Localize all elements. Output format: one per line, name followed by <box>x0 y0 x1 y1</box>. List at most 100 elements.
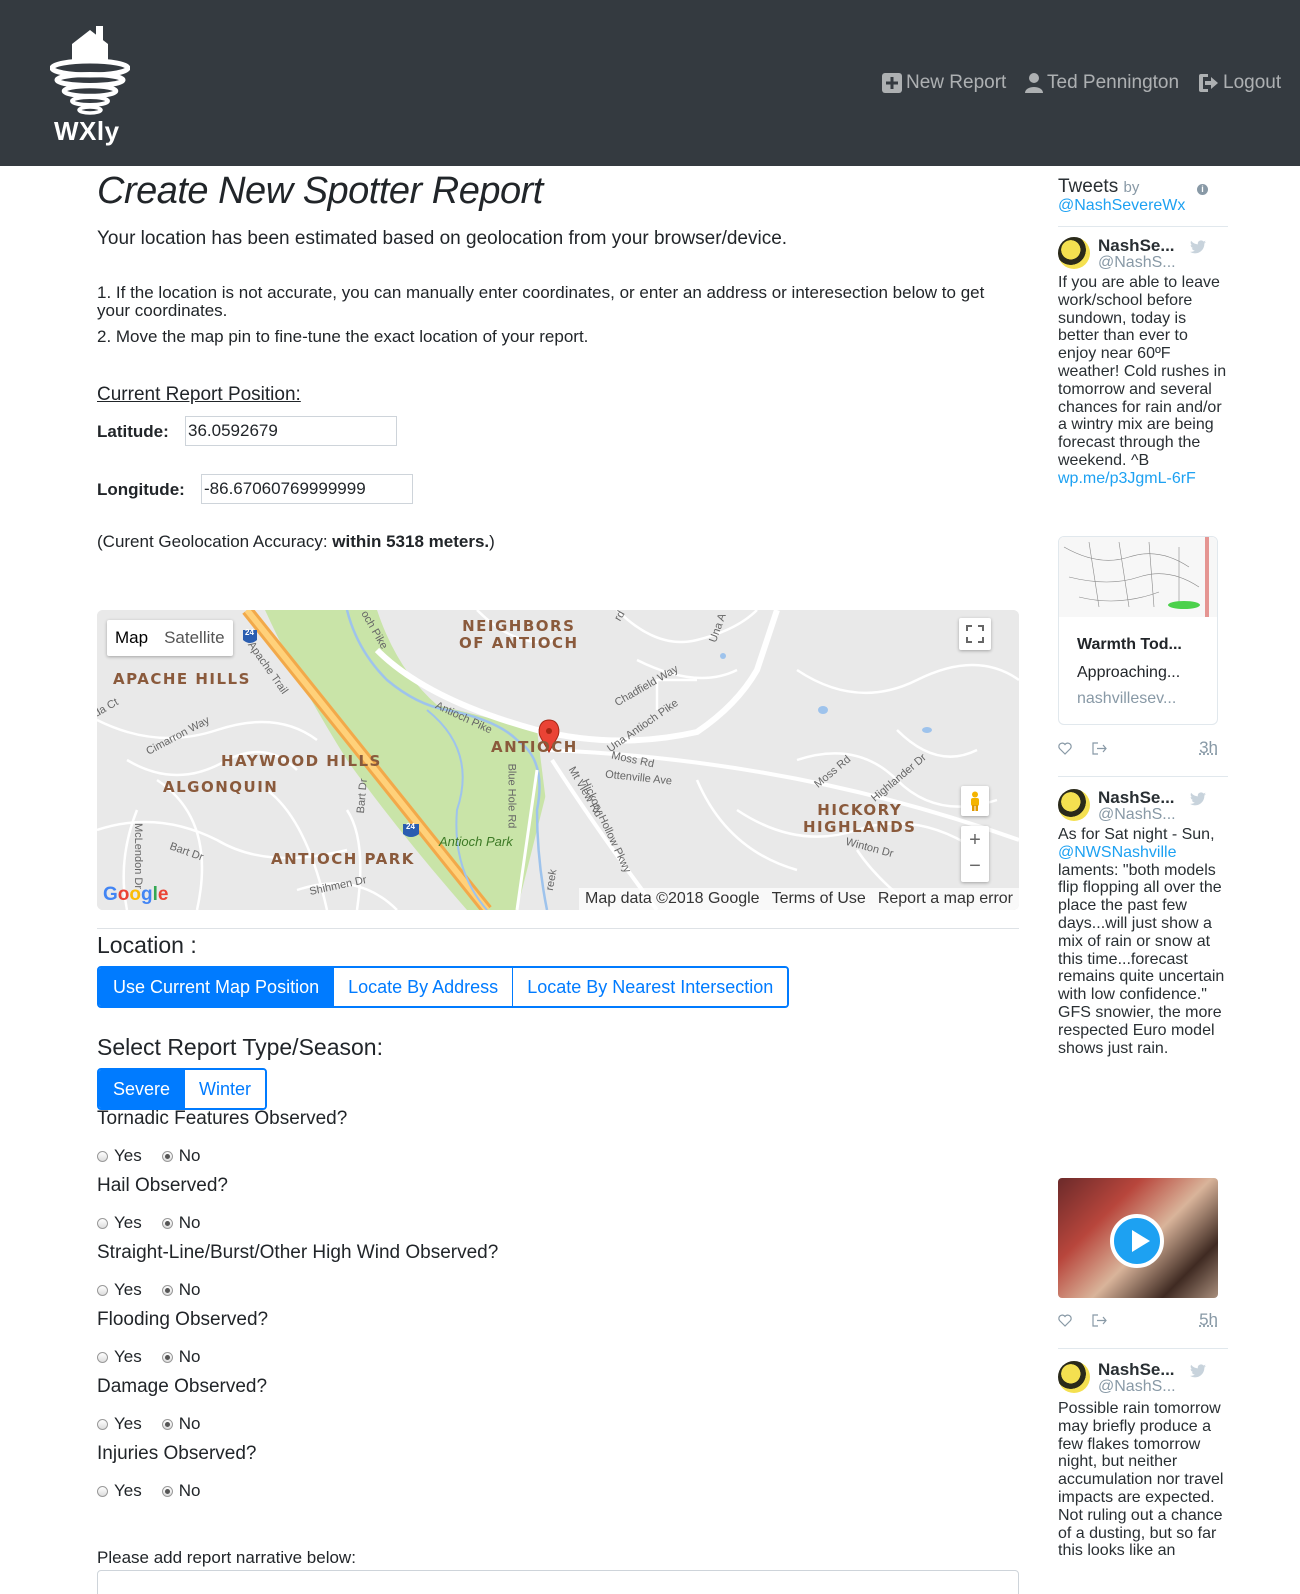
radio-no-checked[interactable] <box>161 1284 173 1296</box>
zoom-control[interactable]: + − <box>961 826 989 882</box>
tweet-video[interactable] <box>1058 1178 1218 1298</box>
injuries-no-option[interactable]: No <box>161 1481 201 1501</box>
question-injuries-options: Yes No <box>97 1481 220 1501</box>
tweet-author-handle[interactable]: @NashS... <box>1098 806 1176 824</box>
tweet-author-name[interactable]: NashSe... <box>1098 1360 1175 1380</box>
twitter-bird-icon <box>1190 792 1206 806</box>
narrative-label: Please add report narrative below: <box>97 1548 356 1567</box>
terms-of-use-link[interactable]: Terms of Use <box>772 890 866 908</box>
radio-yes[interactable] <box>97 1351 108 1363</box>
radio-yes[interactable] <box>97 1284 108 1296</box>
new-report-link[interactable]: New Report <box>882 72 1006 94</box>
report-type-title: Select Report Type/Season: <box>97 1034 383 1060</box>
heart-icon[interactable] <box>1058 1314 1072 1327</box>
flooding-yes-option[interactable]: Yes <box>97 1347 142 1367</box>
twitter-timeline[interactable]: Tweets by @NashSevereWx i NashSe... @Nas… <box>1058 166 1228 1594</box>
map-label-line: OF ANTIOCH <box>459 634 579 652</box>
heart-icon[interactable] <box>1058 742 1072 755</box>
damage-yes-option[interactable]: Yes <box>97 1414 142 1434</box>
radio-yes[interactable] <box>97 1217 108 1229</box>
map-type-control[interactable]: Map Satellite <box>107 620 233 656</box>
logo-text: WXly <box>54 116 120 146</box>
tweet-author-handle[interactable]: @NashS... <box>1098 1378 1176 1396</box>
tweet-link[interactable]: wp.me/p3JgmL-6rF <box>1058 470 1196 487</box>
flooding-no-option[interactable]: No <box>161 1347 201 1367</box>
twitter-account-link[interactable]: @NashSevereWx <box>1058 197 1185 215</box>
injuries-yes-option[interactable]: Yes <box>97 1481 142 1501</box>
zoom-in-button[interactable]: + <box>969 826 981 854</box>
winter-button[interactable]: Winter <box>184 1070 266 1108</box>
no-label: No <box>178 1347 201 1366</box>
share-icon[interactable] <box>1092 1313 1108 1327</box>
share-icon[interactable] <box>1092 741 1108 755</box>
fullscreen-button[interactable] <box>959 618 991 650</box>
map-data-attribution: Map data ©2018 Google <box>585 890 760 907</box>
info-icon[interactable]: i <box>1197 184 1208 195</box>
radio-yes[interactable] <box>97 1150 108 1162</box>
wind-yes-option[interactable]: Yes <box>97 1280 142 1300</box>
accuracy-value: within 5318 meters. <box>332 532 490 551</box>
logout-link[interactable]: Logout <box>1199 72 1281 94</box>
location-map[interactable]: Map Satellite NEIGHBORS OF ANTIOCH APACHE… <box>97 610 1019 910</box>
tweet-author-handle[interactable]: @NashS... <box>1098 254 1176 272</box>
tornadic-no-option[interactable]: No <box>161 1146 201 1166</box>
hail-yes-option[interactable]: Yes <box>97 1213 142 1233</box>
zoom-out-button[interactable]: − <box>969 854 981 882</box>
map-label-line: HIGHLANDS <box>803 818 917 836</box>
locate-by-address-button[interactable]: Locate By Address <box>333 968 513 1006</box>
accuracy-suffix: ) <box>489 532 495 551</box>
no-label: No <box>178 1481 201 1500</box>
latitude-input[interactable] <box>185 416 397 446</box>
hail-no-option[interactable]: No <box>161 1213 201 1233</box>
tweet-time[interactable]: 5h <box>1199 1310 1218 1330</box>
map-label-algonquin: ALGONQUIN <box>163 778 279 796</box>
severe-button[interactable]: Severe <box>99 1070 185 1108</box>
accuracy-prefix: (Curent Geolocation Accuracy: <box>97 532 333 551</box>
play-icon[interactable] <box>1110 1214 1164 1268</box>
radio-no-checked[interactable] <box>161 1418 173 1430</box>
radio-yes[interactable] <box>97 1418 108 1430</box>
interstate-24-shield-label: 24 <box>245 628 254 637</box>
use-current-map-position-button[interactable]: Use Current Map Position <box>99 968 334 1006</box>
yes-label: Yes <box>114 1481 142 1500</box>
tweet-mention-link[interactable]: @NWSNashville <box>1058 844 1176 861</box>
radio-no-checked[interactable] <box>161 1150 173 1162</box>
tweet-actions: 3h <box>1058 738 1218 758</box>
no-label: No <box>178 1213 201 1232</box>
question-hail-options: Yes No <box>97 1213 220 1233</box>
user-profile-link[interactable]: Ted Pennington <box>1025 72 1179 94</box>
report-map-error-link[interactable]: Report a map error <box>878 890 1013 908</box>
damage-no-option[interactable]: No <box>161 1414 200 1434</box>
avatar[interactable] <box>1058 1361 1090 1393</box>
radio-no-checked[interactable] <box>161 1485 173 1497</box>
tweet-separator <box>1058 226 1228 227</box>
tweet-link-card[interactable]: Warmth Tod... Approaching... nashvillese… <box>1058 536 1218 725</box>
tweet-author-name[interactable]: NashSe... <box>1098 788 1175 808</box>
map-type-map-button[interactable]: Map <box>107 620 156 656</box>
radio-yes[interactable] <box>97 1485 108 1497</box>
position-heading: Current Report Position: <box>97 384 301 405</box>
question-injuries-label: Injuries Observed? <box>97 1443 257 1464</box>
radio-no-checked[interactable] <box>161 1351 173 1363</box>
longitude-input[interactable] <box>201 474 413 504</box>
map-type-satellite-button[interactable]: Satellite <box>156 620 232 656</box>
google-logo[interactable]: Google <box>103 884 168 906</box>
avatar[interactable] <box>1058 789 1090 821</box>
locate-by-intersection-button[interactable]: Locate By Nearest Intersection <box>512 968 788 1006</box>
map-label-line: NEIGHBORS <box>462 617 576 635</box>
twitter-title: Tweets <box>1058 176 1119 197</box>
tornadic-yes-option[interactable]: Yes <box>97 1146 142 1166</box>
radio-no-checked[interactable] <box>161 1217 173 1229</box>
narrative-textarea[interactable] <box>97 1570 1019 1594</box>
tweet-text: As for Sat night - Sun, @NWSNashville la… <box>1058 826 1228 1057</box>
tweet-time[interactable]: 3h <box>1199 738 1218 758</box>
card-description: Approaching... <box>1077 664 1181 681</box>
street-view-pegman-button[interactable] <box>961 786 989 816</box>
no-label: No <box>178 1146 201 1165</box>
tweet-author-name[interactable]: NashSe... <box>1098 236 1175 256</box>
yes-label: Yes <box>114 1146 142 1165</box>
twitter-by: by <box>1123 179 1140 196</box>
question-damage-options: Yes No <box>97 1414 220 1434</box>
avatar[interactable] <box>1058 237 1090 269</box>
wind-no-option[interactable]: No <box>161 1280 200 1300</box>
